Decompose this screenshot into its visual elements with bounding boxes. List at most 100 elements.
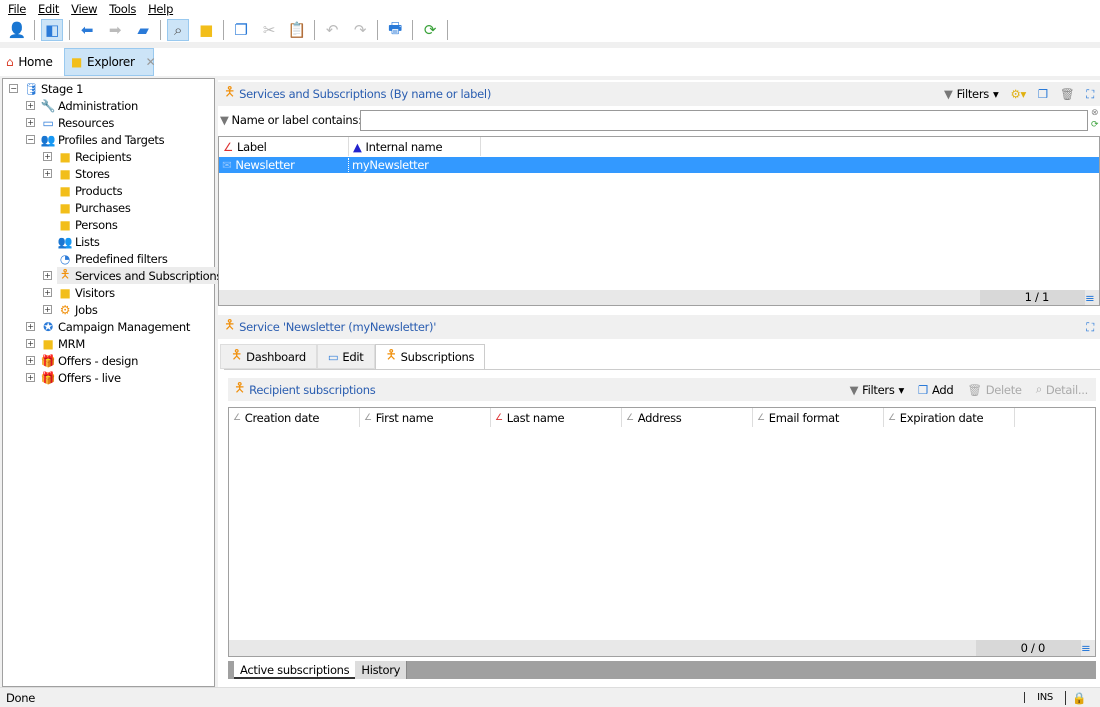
expand-icon[interactable]: + [43,271,52,280]
expand-icon[interactable]: + [26,356,35,365]
print-icon[interactable]: 🖶 [384,19,406,41]
column-internal-name[interactable]: ▲ Internal name [349,137,481,156]
menu-view[interactable]: View [71,2,97,16]
tree-item[interactable]: ■ Purchases [57,199,131,216]
refresh-icon[interactable]: ⟳ [419,19,441,41]
tree-item-label: Products [75,183,123,198]
magnifier-icon: ⌕ [1035,382,1042,396]
person-icon: 🯅 [385,348,397,363]
tree-item[interactable]: ■ MRM [40,335,85,352]
menu-help[interactable]: Help [148,2,173,16]
name-filter-input[interactable] [360,110,1088,131]
filters-button[interactable]: ▼ Filters ▾ [849,382,905,397]
content-panel: 🯅 Services and Subscriptions (By name or… [218,80,1100,687]
back-icon[interactable]: ⬅ [76,19,98,41]
tab-subscriptions[interactable]: 🯅 Subscriptions [374,344,486,369]
expand-icon[interactable]: + [43,152,52,161]
collapse-icon[interactable]: − [26,135,35,144]
expand-icon[interactable]: + [26,322,35,331]
form-icon: ▭ [327,349,339,364]
tab-dashboard[interactable]: 🯅 Dashboard [220,344,317,369]
menu-edit[interactable]: Edit [38,2,59,16]
tree-item[interactable]: ■ Products [57,182,122,199]
tree-item[interactable]: 🛢 Stage 1 [23,80,84,97]
tree-item-label: Jobs [75,302,98,317]
tab-history[interactable]: History [355,661,408,679]
cut-icon[interactable]: ✂ [258,19,280,41]
expand-icon[interactable]: + [26,118,35,127]
list-menu-icon[interactable]: ≡ [1081,641,1095,655]
detail-button[interactable]: ⌕ Detail... [1035,382,1089,397]
tree-item-label: Profiles and Targets [58,132,165,147]
column-header[interactable]: ∠ First name [360,408,491,427]
preview-icon[interactable]: ⌕ [167,19,189,41]
column-header[interactable]: ∠ Email format [753,408,884,427]
tree-item[interactable]: ◔ Predefined filters [57,250,168,267]
actions-gear-icon[interactable]: ⚙▾ [1010,87,1026,101]
undo-icon[interactable]: ↶ [321,19,343,41]
open-folder-icon[interactable]: ■ [195,19,217,41]
tree-item[interactable]: 👥 Profiles and Targets [40,131,165,148]
tree-item[interactable]: ■ Persons [57,216,118,233]
refresh-filter-icon[interactable]: ⟳ [1091,120,1099,130]
expand-icon[interactable]: + [26,373,35,382]
delete-button[interactable]: 🗑 Delete [967,382,1022,397]
tree-item[interactable]: 👥 Lists [57,233,100,250]
new-recipient-icon[interactable]: 👤 [6,19,28,41]
wrench-icon: 🔧 [40,98,56,113]
tree-item-label: Purchases [75,200,131,215]
expand-icon[interactable]: + [26,339,35,348]
maximize-icon[interactable]: ⛶ [1086,320,1100,335]
collapse-icon[interactable]: − [9,84,18,93]
expand-icon[interactable]: + [43,169,52,178]
delete-icon[interactable]: 🗑 [1060,87,1075,101]
tab-edit[interactable]: ▭ Edit [316,344,375,369]
sort-icon: ∠ [626,412,634,423]
paste-icon[interactable]: 📋 [286,19,308,41]
add-button[interactable]: ❐ Add [918,382,954,397]
column-header[interactable]: ∠ Last name [491,408,622,427]
redo-icon[interactable]: ↷ [349,19,371,41]
menu-file[interactable]: File [8,2,26,16]
filter-icon: ▼ [849,382,859,397]
column-label: Creation date [244,410,320,425]
column-header[interactable]: ∠ Address [622,408,753,427]
expand-icon[interactable]: + [26,101,35,110]
column-label[interactable]: ∠ Label [219,137,349,156]
close-icon[interactable]: ✕ [146,55,156,69]
table-row[interactable]: ✉ Newsletter myNewsletter [219,157,1099,173]
tab-home[interactable]: ⌂ Home [0,48,62,76]
person-icon: 🯅 [231,347,243,363]
expand-icon[interactable]: + [43,288,52,297]
upload-folder-icon[interactable]: ▰ [132,19,154,41]
new-icon[interactable]: ❐ [1038,87,1048,101]
column-header[interactable]: ∠ Expiration date [884,408,1015,427]
database-icon: 🛢 [23,81,39,96]
clear-icon[interactable]: ⊗ [1091,108,1099,118]
tree-item[interactable]: ■ Visitors [57,284,115,301]
tree-item[interactable]: 🎁 Offers - live [40,369,121,386]
tab-active-subscriptions[interactable]: Active subscriptions [234,661,356,679]
maximize-icon[interactable]: ⛶ [1086,87,1094,102]
person-icon: 🯅 [59,267,71,281]
tree-item[interactable]: ■ Recipients [57,148,131,165]
copy-icon[interactable]: ❐ [230,19,252,41]
tree-item[interactable]: 🔧 Administration [40,97,139,114]
expand-icon[interactable]: + [43,305,52,314]
menu-tools[interactable]: Tools [109,2,136,16]
tab-explorer[interactable]: ■ Explorer ✕ [64,48,156,76]
tree-item-label: Persons [75,217,118,232]
list-menu-icon[interactable]: ≡ [1085,291,1099,305]
tree-item[interactable]: ⚙ Jobs [57,301,98,318]
tree-item[interactable]: 🯅 Services and Subscriptions [57,267,227,284]
column-header[interactable]: ∠ Creation date [229,408,360,427]
tree-item[interactable]: ▭ Resources [40,114,114,131]
explorer-view-icon[interactable]: ◧ [41,19,63,41]
tree-item[interactable]: ■ Stores [57,165,109,182]
tree-item-label: MRM [58,336,85,351]
filters-button[interactable]: ▼ Filters ▾ [944,87,999,101]
tree-item-label: Services and Subscriptions [75,268,223,283]
tree-item[interactable]: 🎁 Offers - design [40,352,139,369]
forward-icon[interactable]: ➡ [104,19,126,41]
tree-item[interactable]: ✪ Campaign Management [40,318,190,335]
